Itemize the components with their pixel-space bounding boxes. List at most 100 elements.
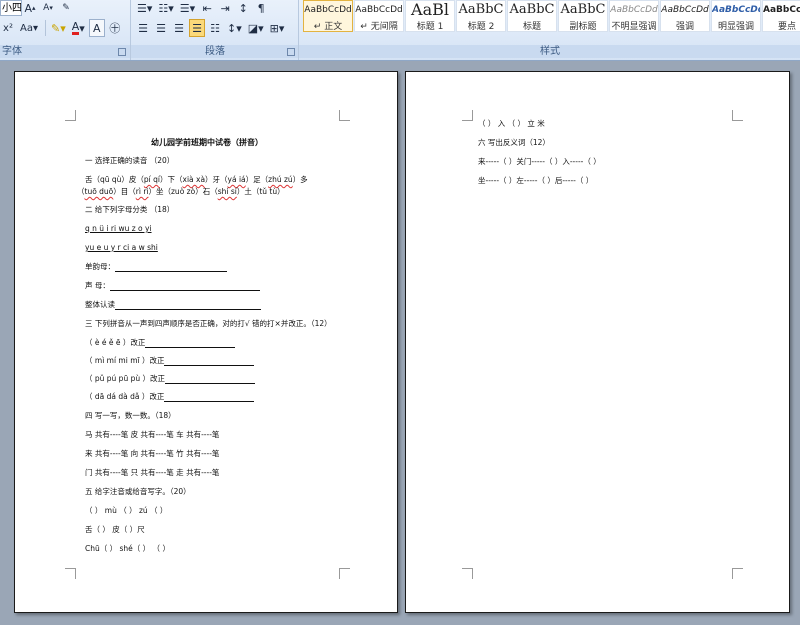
align-center-icon[interactable]: ☰	[153, 19, 169, 37]
text-run: ）下（	[160, 175, 183, 184]
char-shading-icon[interactable]: A	[88, 19, 105, 37]
para-row-1: ☰▾ ☷▾ ☰▾ ⇤ ⇥ ↕ ¶	[135, 0, 271, 18]
change-case-icon[interactable]: Aa▾	[18, 19, 40, 37]
text-run: 声 母：	[85, 281, 110, 290]
font-group: 小四 A ▴ A ▾ ✎ x² Aa▾ ✎▾ A ▾ A ㊉ 字体	[0, 0, 130, 60]
section-6-line-1: 来-----（ ）关门-----（ ）入-----（ ）	[478, 157, 601, 166]
answer-blank[interactable]	[164, 393, 255, 402]
crop-mark	[732, 110, 743, 121]
answer-blank[interactable]	[164, 357, 255, 366]
style-name: 副标题	[569, 22, 597, 32]
style-name: 强调	[675, 22, 694, 32]
style-subtitle[interactable]: AaBbC 副标题	[558, 0, 608, 32]
text-run: ）多	[292, 175, 308, 184]
sort-icon[interactable]: ↕	[235, 0, 251, 17]
text-run: （ è é ě ē ）改正	[85, 338, 146, 347]
style-name: 要点	[777, 22, 796, 32]
crop-mark	[339, 568, 350, 579]
style-sample: AaBl	[411, 1, 449, 19]
font-row-1: 小四 A ▴ A ▾ ✎	[0, 0, 76, 18]
superscript-icon[interactable]: x²	[0, 19, 16, 37]
document-page-1[interactable]: 幼儿园学前班期中试卷（拼音） 一 选择正确的读音 （20） 舌（qū qù）皮（…	[14, 71, 398, 613]
document-workspace[interactable]: 幼儿园学前班期中试卷（拼音） 一 选择正确的读音 （20） 舌（qū qù）皮（…	[0, 61, 800, 625]
style-heading-1[interactable]: AaBl 标题 1	[405, 0, 455, 32]
text-run: （ dā dá dà dǎ ）改正	[85, 392, 165, 401]
style-intense-emphasis[interactable]: AaBbCcDd 明显强调	[711, 0, 761, 32]
section-3-line-4: （ dā dá dà dǎ ）改正	[85, 392, 255, 402]
distributed-icon[interactable]: ☷	[207, 19, 223, 37]
style-sample: AaBbCcDd	[763, 5, 800, 15]
styles-group: AaBbCcDd ↵ 正文 AaBbCcDd ↵ 无间隔 AaBl 标题 1 A…	[298, 0, 800, 60]
style-emphasis[interactable]: AaBbCcDd 强调	[660, 0, 710, 32]
style-name: 标题 2	[467, 22, 495, 32]
text-run: ）坐（zuò zò）石（	[148, 187, 218, 196]
clear-format-icon[interactable]: ✎	[58, 0, 74, 17]
highlight-icon[interactable]: ✎▾	[49, 19, 68, 37]
paragraph-group: ☰▾ ☷▾ ☰▾ ⇤ ⇥ ↕ ¶ ☰ ☰ ☰ ☰ ☷ ↕▾ ◪▾ ⊞▾ 段落	[130, 0, 299, 60]
crop-mark	[462, 110, 473, 121]
grow-font-icon[interactable]: A ▴	[22, 0, 38, 17]
answer-blank[interactable]	[115, 301, 261, 310]
section-4-line-3: 门 共有----笔 只 共有----笔 走 共有----笔	[85, 468, 220, 477]
style-sample: AaBbCcDd	[712, 5, 760, 15]
paragraph-dialog-launcher-icon[interactable]	[287, 48, 295, 56]
answer-blank[interactable]	[164, 375, 255, 384]
increase-indent-icon[interactable]: ⇥	[217, 0, 233, 17]
text-run: 整体认读	[85, 300, 115, 309]
section-4-line-1: 马 共有----笔 皮 共有----笔 车 共有----笔	[85, 430, 220, 439]
align-right-icon[interactable]: ☰	[171, 19, 187, 37]
styles-gallery: AaBbCcDd ↵ 正文 AaBbCcDd ↵ 无间隔 AaBl 标题 1 A…	[303, 0, 800, 34]
enclose-char-icon[interactable]: ㊉	[107, 19, 123, 37]
answer-blank[interactable]	[109, 282, 260, 291]
decrease-indent-icon[interactable]: ⇤	[199, 0, 215, 17]
paragraph-group-label: 段落	[131, 45, 299, 58]
multilevel-list-icon[interactable]: ☰▾	[178, 0, 197, 17]
align-left-icon[interactable]: ☰	[135, 19, 151, 37]
section-2-letters-2: yu e u y r ci a w shi	[85, 243, 158, 252]
style-name: 标题	[522, 22, 541, 32]
font-dialog-launcher-icon[interactable]	[118, 48, 126, 56]
style-normal[interactable]: AaBbCcDd ↵ 正文	[303, 0, 353, 32]
font-color-icon[interactable]: A ▾	[70, 19, 87, 37]
style-heading-2[interactable]: AaBbC 标题 2	[456, 0, 506, 32]
justify-icon[interactable]: ☰	[189, 19, 205, 37]
style-sample: AaBbCcDd	[661, 5, 709, 15]
shrink-font-icon[interactable]: A ▾	[40, 0, 56, 17]
style-title[interactable]: AaBbC 标题	[507, 0, 557, 32]
style-subtle-emphasis[interactable]: AaBbCcDd 不明显强调	[609, 0, 659, 32]
style-name: 标题 1	[416, 22, 444, 32]
text-run: 单韵母：	[85, 262, 115, 271]
font-size-select[interactable]: 小四	[0, 0, 22, 16]
section-5-line-1: （ ） mù （ ） zú （ ）	[85, 506, 168, 515]
crop-mark	[732, 568, 743, 579]
section-4-heading: 四 写一写，数一数。（18）	[85, 411, 176, 420]
section-3-line-3: （ pǔ pú pū pù ）改正	[85, 374, 255, 384]
section-2-whole: 整体认读	[85, 300, 261, 310]
text-run: pí qí	[143, 175, 160, 184]
doc-title: 幼儿园学前班期中试卷（拼音）	[151, 138, 263, 147]
line-spacing-icon[interactable]: ↕▾	[225, 19, 244, 37]
text-run: tuō duō	[84, 187, 114, 196]
style-sample: AaBbCcDd	[355, 5, 403, 15]
styles-group-label: 样式	[299, 45, 800, 58]
bullets-icon[interactable]: ☰▾	[135, 0, 154, 17]
document-page-2[interactable]: （ ） 入 （ ） 立 米 六 写出反义词（12） 来-----（ ）关门---…	[405, 71, 790, 613]
section-6-line-2: 坐-----（ ）左-----（ ）后-----（ ）	[478, 176, 594, 185]
style-strong[interactable]: AaBbCcDd 要点	[762, 0, 800, 32]
text-run: xià xà	[182, 175, 206, 184]
section-2-initials: 声 母：	[85, 281, 260, 291]
text-run: ）目（	[113, 187, 136, 196]
section-3-heading: 三 下列拼音从一声到四声顺序是否正确，对的打√ 错的打×并改正。（12）	[85, 319, 332, 328]
show-marks-icon[interactable]: ¶	[253, 0, 269, 17]
section-2-letters-1: q n ü i ri wu z o yi	[85, 224, 152, 233]
style-no-spacing[interactable]: AaBbCcDd ↵ 无间隔	[354, 0, 404, 32]
numbering-icon[interactable]: ☷▾	[156, 0, 175, 17]
borders-icon[interactable]: ⊞▾	[268, 19, 287, 37]
text-run: （	[77, 187, 85, 196]
answer-blank[interactable]	[145, 339, 236, 348]
section-6-heading: 六 写出反义词（12）	[478, 138, 550, 147]
answer-blank[interactable]	[115, 263, 227, 272]
section-3-line-1: （ è é ě ē ）改正	[85, 338, 236, 348]
section-1-line-1: 舌（qū qù）皮（pí qí）下（xià xà）牙（yá iá）足（zhú z…	[85, 175, 308, 185]
shading-icon[interactable]: ◪▾	[246, 19, 266, 37]
